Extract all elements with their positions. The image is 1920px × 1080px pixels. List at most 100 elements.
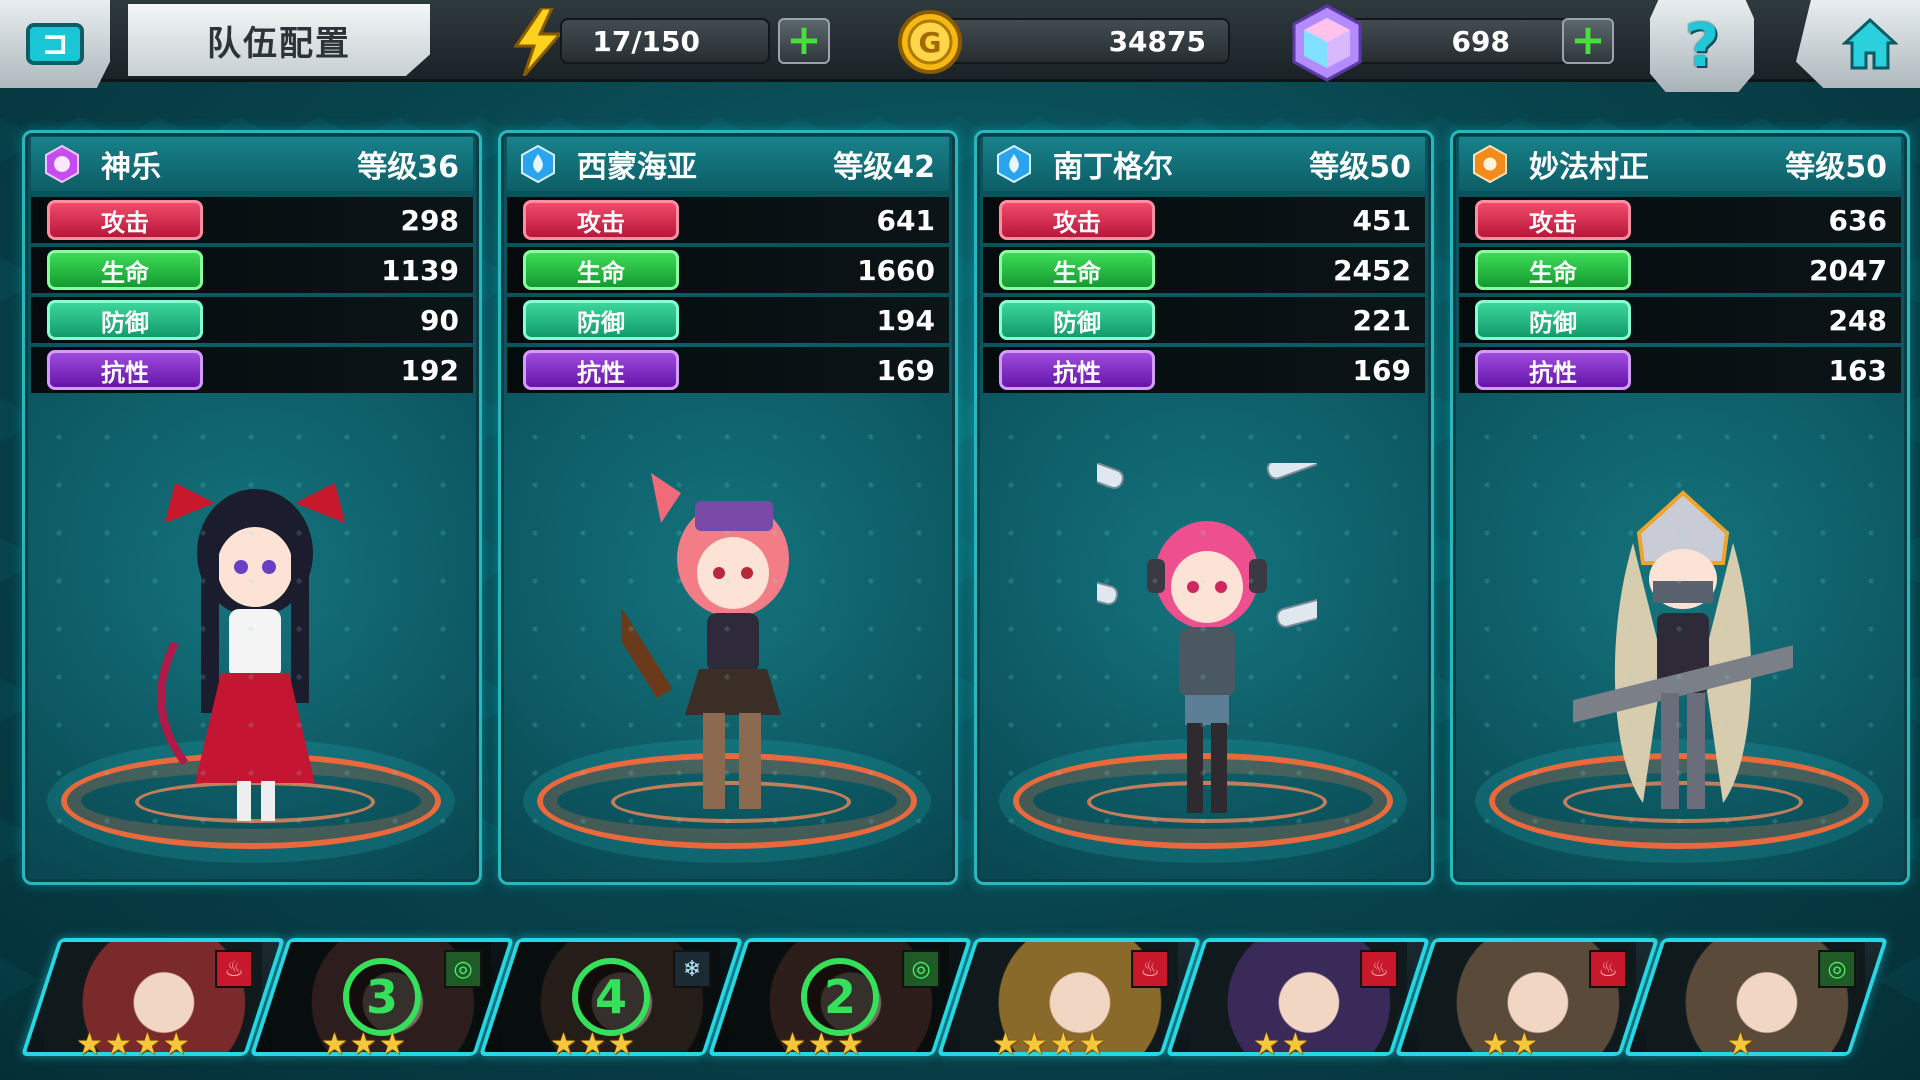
stat-value: 163 <box>1828 353 1887 387</box>
stat-label: 防御 <box>47 300 203 340</box>
wind-element-icon: ◎ <box>1818 950 1857 988</box>
stat-value: 248 <box>1828 303 1887 337</box>
character-card[interactable]: 妙法村正 等级50 攻击 636 生命 2047 防御 248 抗性 163 <box>1450 130 1910 885</box>
stat-resist: 抗性 169 <box>983 347 1425 393</box>
ice-element-icon: ❄ <box>673 950 712 988</box>
stat-value: 636 <box>1828 203 1887 237</box>
stat-hp: 生命 1139 <box>31 247 473 293</box>
star-icon: ★ <box>1020 1027 1048 1062</box>
stat-value: 192 <box>400 353 459 387</box>
spirit-icon <box>45 145 79 183</box>
lightning-icon <box>513 8 564 76</box>
gold-coin-icon: G <box>898 10 962 74</box>
team-position-badge: 2 <box>801 958 879 1036</box>
stat-value: 169 <box>1352 353 1411 387</box>
character-roster: ♨ ★ ★ ★ ★ 3 ◎ ★ ★ ★ 4 ❄ ★ ★ ★ 2 ◎ ★ ★ ★ ♨ ★ ★ ★ ★ ♨ ★ ★ ♨ ★ ★ ◎ ★ <box>0 930 1920 1080</box>
stat-value: 1139 <box>381 253 459 287</box>
character-name: 南丁格尔 <box>1053 150 1173 185</box>
character-sprite <box>1097 463 1317 813</box>
star-icon: ★ <box>133 1027 161 1062</box>
stat-label: 防御 <box>523 300 679 340</box>
character-card[interactable]: 南丁格尔 等级50 攻击 451 生命 2452 防御 221 抗性 169 <box>974 130 1434 885</box>
stat-value: 298 <box>400 203 459 237</box>
stat-value: 2452 <box>1333 253 1411 287</box>
stat-label: 抗性 <box>523 350 679 390</box>
star-icon: ★ <box>321 1027 348 1062</box>
stat-resist: 抗性 169 <box>507 347 949 393</box>
character-sprite <box>621 473 789 809</box>
stat-attack: 攻击 636 <box>1459 197 1901 243</box>
roster-slot[interactable]: ◎ <box>1623 938 1889 1056</box>
stat-label: 生命 <box>1475 250 1631 290</box>
star-rating: ★ <box>1727 1028 1754 1062</box>
star-icon: ★ <box>1253 1027 1280 1062</box>
add-energy-button[interactable]: + <box>778 18 830 64</box>
stat-defense: 防御 221 <box>983 297 1425 343</box>
card-header: 神乐 等级36 <box>31 137 473 191</box>
character-name: 西蒙海亚 <box>577 150 697 185</box>
star-icon: ★ <box>1727 1027 1754 1062</box>
energy-counter: 17/150 <box>560 18 770 64</box>
stat-label: 攻击 <box>999 200 1155 240</box>
star-icon: ★ <box>1510 1027 1538 1062</box>
stat-value: 641 <box>876 203 935 237</box>
star-icon: ★ <box>779 1027 806 1062</box>
character-level: 等级50 <box>1309 150 1411 185</box>
star-icon: ★ <box>578 1027 606 1062</box>
stat-label: 抗性 <box>1475 350 1631 390</box>
water-icon <box>997 145 1031 183</box>
character-level: 等级42 <box>833 150 935 185</box>
stat-attack: 攻击 641 <box>507 197 949 243</box>
stat-label: 攻击 <box>47 200 203 240</box>
star-rating: ★ ★ ★ <box>550 1028 635 1062</box>
character-sprite <box>157 483 345 821</box>
home-icon <box>1842 17 1898 70</box>
stat-value: 90 <box>420 303 459 337</box>
home-button[interactable] <box>1796 0 1920 88</box>
back-arrow-icon: ⊐ <box>26 23 84 65</box>
stat-value: 194 <box>876 303 935 337</box>
stat-list: 攻击 298 生命 1139 防御 90 抗性 192 <box>31 197 473 397</box>
stat-resist: 抗性 163 <box>1459 347 1901 393</box>
stat-hp: 生命 2452 <box>983 247 1425 293</box>
stat-label: 抗性 <box>47 350 203 390</box>
stat-label: 生命 <box>47 250 203 290</box>
add-gems-button[interactable]: + <box>1562 18 1614 64</box>
energy-value: 17/150 <box>592 24 700 58</box>
star-rating: ★ ★ <box>1482 1028 1538 1062</box>
water-icon <box>521 145 555 183</box>
star-icon: ★ <box>1049 1027 1077 1062</box>
stat-label: 防御 <box>999 300 1155 340</box>
character-card[interactable]: 西蒙海亚 等级42 攻击 641 生命 1660 防御 194 抗性 169 <box>498 130 958 885</box>
gold-counter: 34875 <box>930 18 1230 64</box>
star-icon: ★ <box>1078 1027 1106 1062</box>
stat-list: 攻击 451 生命 2452 防御 221 抗性 169 <box>983 197 1425 397</box>
stat-label: 攻击 <box>523 200 679 240</box>
gold-value: 34875 <box>1108 24 1206 58</box>
star-icon: ★ <box>807 1027 835 1062</box>
stat-hp: 生命 2047 <box>1459 247 1901 293</box>
star-rating: ★ ★ ★ ★ <box>76 1028 190 1062</box>
character-card[interactable]: 神乐 等级36 攻击 298 生命 1139 防御 90 抗性 192 <box>22 130 482 885</box>
star-icon: ★ <box>349 1027 377 1062</box>
star-icon: ★ <box>992 1027 1019 1062</box>
stat-hp: 生命 1660 <box>507 247 949 293</box>
stat-label: 防御 <box>1475 300 1631 340</box>
fire-element-icon: ♨ <box>1589 950 1628 988</box>
help-icon: ? <box>1684 11 1720 81</box>
star-icon: ★ <box>550 1027 577 1062</box>
stat-defense: 防御 194 <box>507 297 949 343</box>
stat-resist: 抗性 192 <box>31 347 473 393</box>
star-icon: ★ <box>607 1027 635 1062</box>
wind-element-icon: ◎ <box>902 950 941 988</box>
card-header: 妙法村正 等级50 <box>1459 137 1901 191</box>
stat-label: 生命 <box>999 250 1155 290</box>
stat-list: 攻击 636 生命 2047 防御 248 抗性 163 <box>1459 197 1901 397</box>
team-position-badge: 4 <box>572 958 650 1036</box>
star-icon: ★ <box>378 1027 406 1062</box>
star-icon: ★ <box>836 1027 864 1062</box>
back-button[interactable]: ⊐ <box>0 0 110 88</box>
help-button[interactable]: ? <box>1650 0 1754 92</box>
stat-value: 451 <box>1352 203 1411 237</box>
star-icon: ★ <box>1482 1027 1509 1062</box>
